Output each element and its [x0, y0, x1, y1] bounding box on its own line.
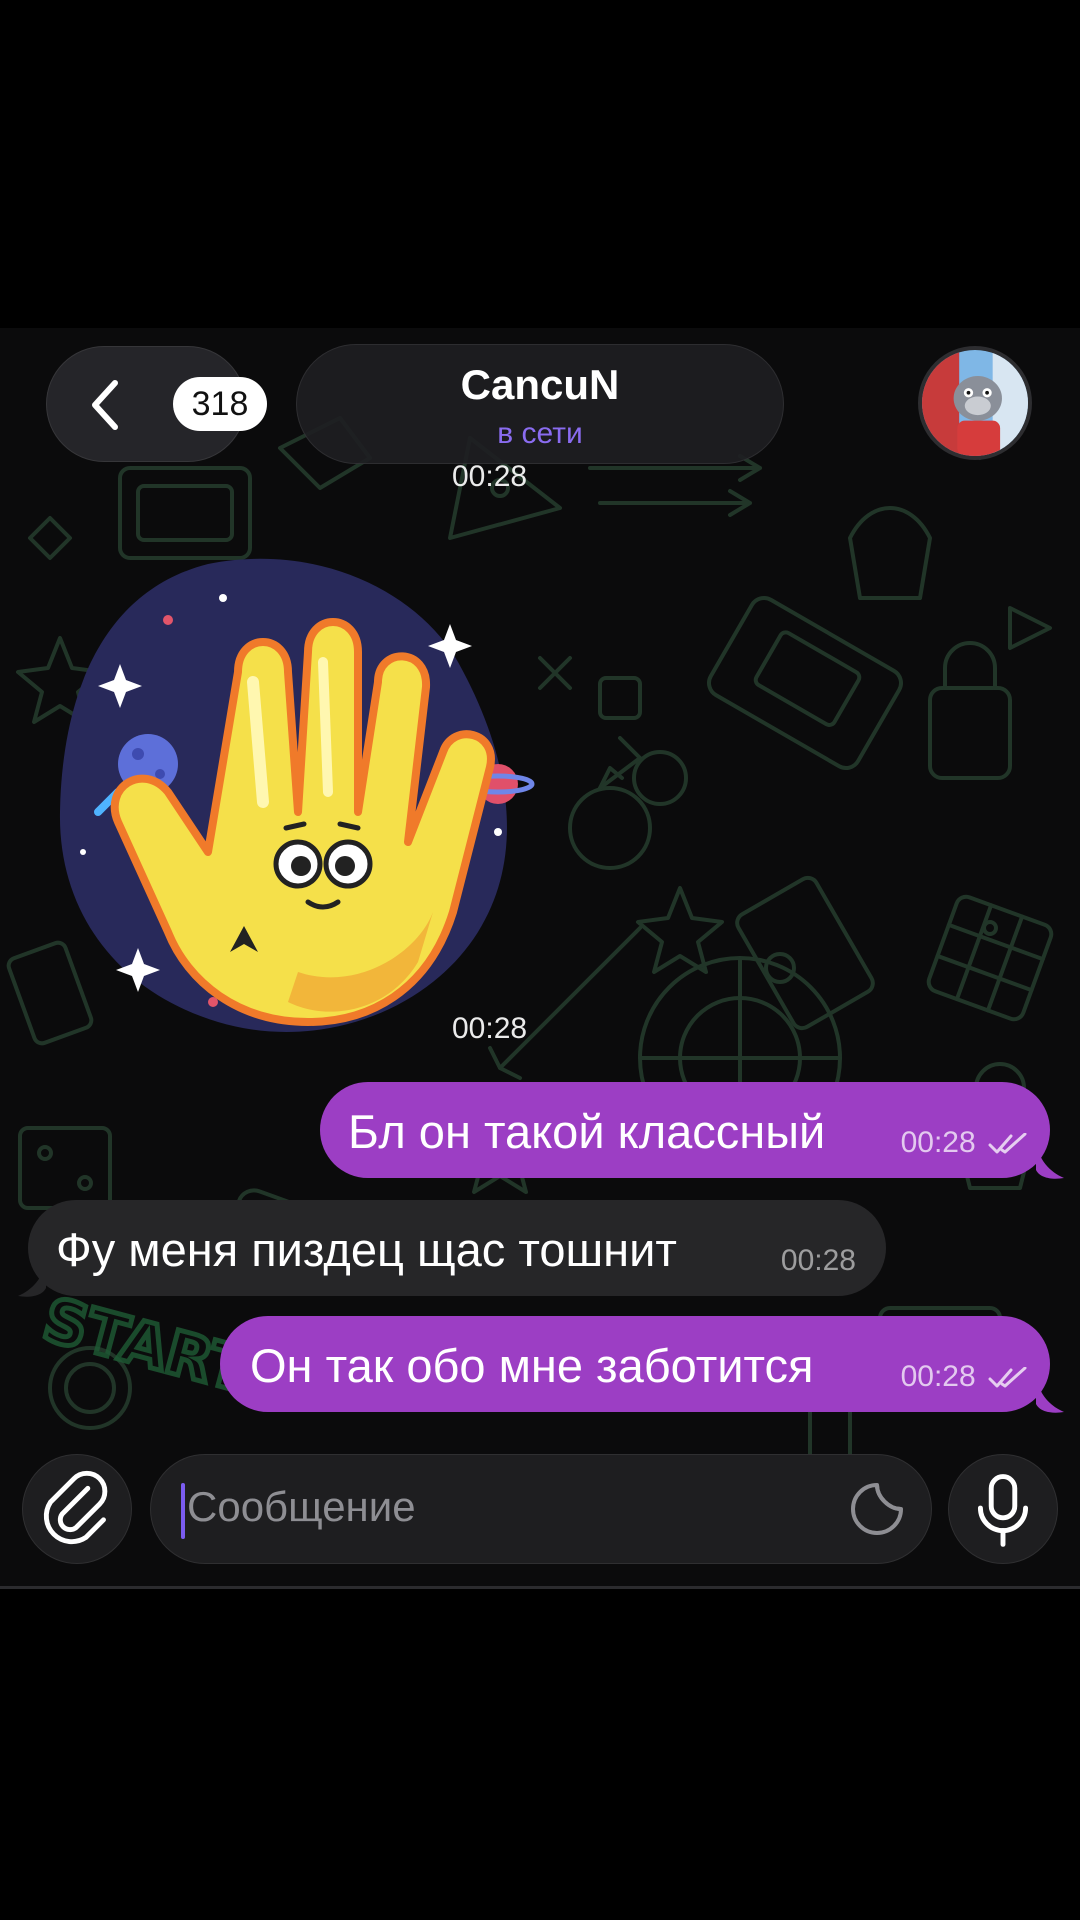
microphone-button[interactable]: [948, 1454, 1058, 1564]
message-text: Бл он такой классный: [348, 1105, 826, 1158]
unread-count-badge: 318: [173, 377, 267, 431]
bubble-tail: [1036, 1140, 1064, 1179]
message-text: Он так обо мне заботится: [250, 1339, 814, 1392]
bubble-tail: [1036, 1374, 1064, 1413]
bottom-divider: [0, 1586, 1080, 1589]
double-check-icon: [988, 1133, 1027, 1154]
incoming-message[interactable]: Фу меня пиздец щас тошнит 00:28: [28, 1200, 886, 1296]
message-input[interactable]: Сообщение: [150, 1454, 932, 1564]
message-time: 00:28: [900, 1126, 976, 1159]
text-caret: [181, 1483, 185, 1539]
message-placeholder: Сообщение: [187, 1483, 416, 1530]
chat-status: в сети: [497, 417, 583, 450]
attach-icon: [43, 1470, 108, 1545]
waving-hand-sticker[interactable]: [58, 552, 538, 1042]
message-text: Фу меня пиздец щас тошнит: [56, 1223, 677, 1276]
outgoing-message[interactable]: Он так обо мне заботится 00:28: [220, 1316, 1050, 1412]
attach-button[interactable]: [22, 1454, 132, 1564]
avatar[interactable]: [918, 346, 1032, 460]
message-time: 00:28: [900, 1360, 976, 1393]
microphone-icon: [977, 1474, 1029, 1547]
screen: START 318 CancuN в сети 00:28 00:28 Бл о…: [0, 0, 1080, 1920]
message-time: 00:28: [452, 1012, 528, 1045]
message-time: 00:28: [780, 1244, 856, 1277]
double-check-icon: [988, 1367, 1027, 1388]
message-meta: 00:28: [901, 1126, 1028, 1160]
back-button[interactable]: 318: [46, 346, 267, 462]
chat-title-pill[interactable]: CancuN в сети: [296, 344, 784, 464]
chevron-left-icon: [92, 380, 118, 430]
message-meta: 00:28: [901, 1360, 1028, 1394]
outgoing-message[interactable]: Бл он такой классный 00:28: [320, 1082, 1050, 1178]
chat-name: CancuN: [460, 361, 620, 408]
message-time: 00:28: [452, 460, 528, 493]
sticker-icon[interactable]: [849, 1481, 905, 1537]
bubble-tail: [18, 1258, 46, 1297]
